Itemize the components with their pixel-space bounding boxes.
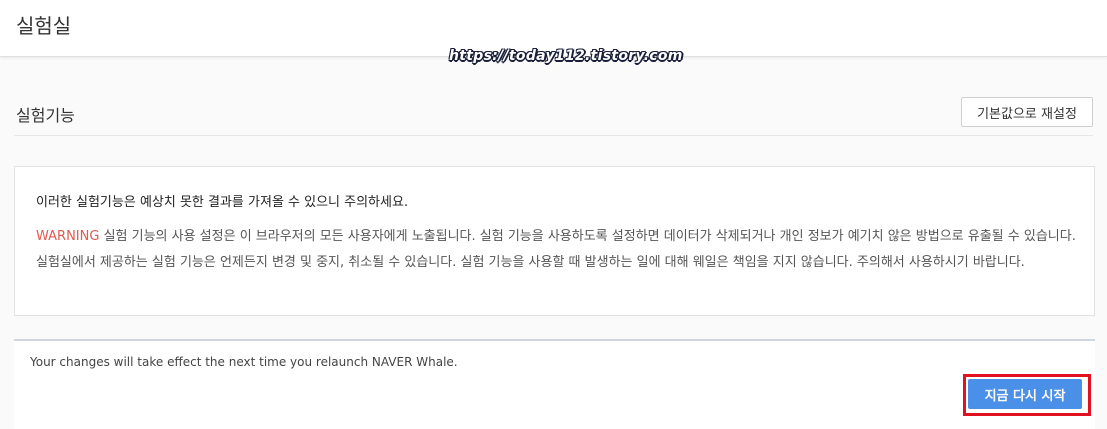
section-title: 실험기능 [16,106,75,125]
watermark-overlay: https://today112.tistory.com [449,48,683,64]
relaunch-message: Your changes will take effect the next t… [30,355,458,369]
reset-to-default-button[interactable]: 기본값으로 재설정 [961,97,1093,127]
warning-box: 이러한 실험기능은 예상치 못한 결과를 가져올 수 있으니 주의하세요. WA… [14,166,1095,316]
section-divider [14,135,1093,136]
relaunch-now-button[interactable]: 지금 다시 시작 [968,379,1082,409]
relaunch-panel: Your changes will take effect the next t… [14,339,1095,429]
warning-label: WARNING [36,229,100,244]
warning-description: WARNING 실험 기능의 사용 설정은 이 브라우저의 모든 사용자에게 노… [36,224,1076,276]
page-title: 실험실 [16,14,72,38]
warning-body-text: 실험 기능의 사용 설정은 이 브라우저의 모든 사용자에게 노출됩니다. 실험… [36,229,1076,270]
warning-intro: 이러한 실험기능은 예상치 못한 결과를 가져올 수 있으니 주의하세요. [36,195,409,210]
